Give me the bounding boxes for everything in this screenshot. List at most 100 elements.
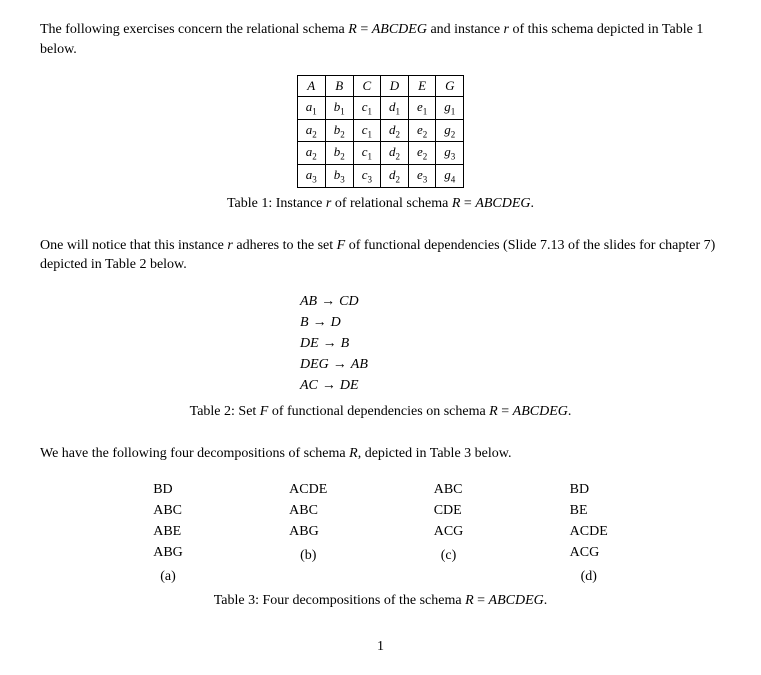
fd-rhs: DE	[340, 378, 359, 393]
fd-rhs: CD	[339, 294, 358, 309]
text: adheres to the set	[233, 238, 337, 253]
arrow-icon: →	[323, 336, 337, 351]
cell: e3	[409, 164, 436, 187]
fd-row: B → D	[300, 312, 721, 333]
text: , depicted in Table 3 below.	[358, 446, 512, 461]
cell: e2	[409, 119, 436, 142]
table-3-caption: Table 3: Four decompositions of the sche…	[40, 593, 721, 609]
table-row: a3b3c3d2e3g4	[297, 164, 464, 187]
cell: a2	[297, 119, 325, 142]
cell: e1	[409, 97, 436, 120]
intro-paragraph-1: The following exercises concern the rela…	[40, 20, 721, 59]
arrow-icon: →	[313, 315, 327, 330]
text: .	[568, 404, 572, 419]
intro-paragraph-3: We have the following four decomposition…	[40, 444, 721, 464]
cell: c1	[353, 97, 380, 120]
decomp-row: BE	[570, 500, 608, 521]
decomp-label: (d)	[570, 569, 608, 585]
col-C: C	[353, 76, 380, 97]
cell: d2	[381, 142, 409, 165]
text: .	[531, 196, 535, 211]
fd-lhs: B	[300, 315, 309, 330]
var-R: R	[489, 404, 498, 419]
arrow-icon: →	[333, 357, 347, 372]
decomp-row: ABG	[153, 542, 183, 563]
decomp-row: ABC	[434, 479, 464, 500]
fd-rhs: B	[341, 336, 350, 351]
fd-row: DEG→AB	[300, 354, 721, 375]
cell: c1	[353, 119, 380, 142]
table-row: a2b2c1d2e2g2	[297, 119, 464, 142]
decomp-row: CDE	[434, 500, 464, 521]
table-row: a2b2c1d2e2g3	[297, 142, 464, 165]
table-row: a1b1c1d1e1g1	[297, 97, 464, 120]
decomp-row: ABE	[153, 521, 183, 542]
page-number: 1	[40, 639, 721, 655]
col-A: A	[297, 76, 325, 97]
intro-paragraph-2: One will notice that this instance r adh…	[40, 236, 721, 275]
schema: ABCDEG	[372, 22, 427, 37]
cell: d2	[381, 119, 409, 142]
col-E: E	[409, 76, 436, 97]
text: =	[474, 593, 489, 608]
text: Table 1: Instance	[227, 196, 326, 211]
cell: g1	[436, 97, 464, 120]
decomp-label: (c)	[434, 548, 464, 564]
decomp-row: BD	[570, 479, 608, 500]
text: The following exercises concern the rela…	[40, 22, 348, 37]
decomp-row: ACDE	[570, 521, 608, 542]
cell: c1	[353, 142, 380, 165]
text: and instance	[427, 22, 504, 37]
cell: e2	[409, 142, 436, 165]
decomp-a: BD ABC ABE ABG (a)	[153, 479, 183, 585]
cell: b2	[325, 119, 353, 142]
decomp-d: BD BE ACDE ACG (d)	[570, 479, 608, 585]
fd-lhs: AC	[300, 378, 318, 393]
table-1: A B C D E G a1b1c1d1e1g1 a2b2c1d2e2g2 a2…	[297, 75, 465, 187]
text: .	[544, 593, 548, 608]
cell: b2	[325, 142, 353, 165]
cell: g2	[436, 119, 464, 142]
fd-row: AC→DE	[300, 375, 721, 396]
decomp-row: ACG	[570, 542, 608, 563]
decomp-row: ABC	[153, 500, 183, 521]
functional-dependencies: AB→CD B→D DE→B DEG→AB AC→DE	[300, 291, 721, 396]
cell: b1	[325, 97, 353, 120]
decomp-row: ABG	[289, 521, 327, 542]
fd-rhs: D	[331, 315, 341, 330]
cell: g3	[436, 142, 464, 165]
decomp-label: (a)	[153, 569, 183, 585]
cell: a2	[297, 142, 325, 165]
fd-rhs: AB	[351, 357, 368, 372]
table-2-caption: Table 2: Set F of functional dependencie…	[40, 404, 721, 420]
text: =	[460, 196, 475, 211]
cell: a3	[297, 164, 325, 187]
cell: c3	[353, 164, 380, 187]
decomp-row: BD	[153, 479, 183, 500]
text: =	[498, 404, 513, 419]
fd-lhs: AB	[300, 294, 317, 309]
decomp-c: ABC CDE ACG (c)	[434, 479, 464, 585]
text: of functional dependencies on schema	[268, 404, 489, 419]
cell: b3	[325, 164, 353, 187]
schema: ABCDEG	[513, 404, 568, 419]
text: We have the following four decomposition…	[40, 446, 349, 461]
text: One will notice that this instance	[40, 238, 227, 253]
decomp-row: ABC	[289, 500, 327, 521]
col-B: B	[325, 76, 353, 97]
text: of relational schema	[331, 196, 452, 211]
table-header-row: A B C D E G	[297, 76, 464, 97]
fd-row: AB → CD	[300, 291, 721, 312]
col-D: D	[381, 76, 409, 97]
var-R: R	[349, 446, 358, 461]
arrow-icon: →	[321, 294, 335, 309]
text: Table 3: Four decompositions of the sche…	[214, 593, 465, 608]
cell: g4	[436, 164, 464, 187]
schema: ABCDEG	[489, 593, 544, 608]
decomp-b: ACDE ABC ABG (b)	[289, 479, 327, 585]
var-F: F	[337, 238, 346, 253]
schema: ABCDEG	[475, 196, 530, 211]
col-G: G	[436, 76, 464, 97]
cell: a1	[297, 97, 325, 120]
fd-lhs: DE	[300, 336, 319, 351]
